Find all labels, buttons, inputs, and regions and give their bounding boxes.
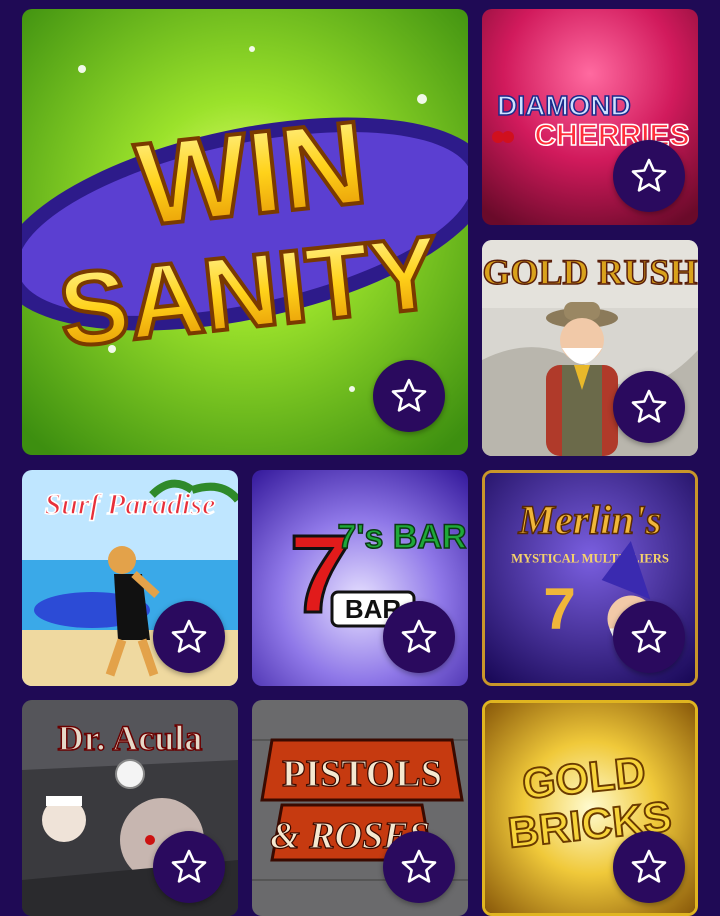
star-outline-icon — [171, 619, 207, 653]
star-outline-icon — [171, 849, 207, 883]
game-title: 7's BAR — [337, 518, 466, 556]
game-tile-gold-bricks[interactable]: GOLD BRICKS — [482, 700, 698, 916]
game-tile-win-sanity[interactable]: WIN SANITY — [22, 9, 468, 455]
game-tile-diamond-cherries[interactable]: DIAMOND CHERRIES — [482, 9, 698, 225]
favorite-button[interactable] — [613, 140, 685, 212]
game-title-line1: Merlin's — [518, 497, 662, 542]
game-title-line2: MYSTICAL MULTIPLIERS — [511, 551, 669, 565]
star-outline-icon — [631, 849, 667, 883]
game-title-line1: PISTOLS — [282, 753, 442, 795]
game-tile-sevens-bar[interactable]: 7 7's BAR BAR — [252, 470, 468, 686]
star-outline-icon — [631, 389, 667, 423]
favorite-button[interactable] — [613, 831, 685, 903]
star-outline-icon — [401, 849, 437, 883]
star-outline-icon — [631, 158, 667, 192]
star-outline-icon — [401, 619, 437, 653]
game-title-line1: DIAMOND — [497, 90, 631, 121]
game-title: Surf Paradise — [45, 488, 216, 521]
game-tile-gold-rush[interactable]: GOLD RUSH — [482, 240, 698, 456]
favorite-button[interactable] — [383, 601, 455, 673]
favorite-button[interactable] — [613, 371, 685, 443]
favorite-button[interactable] — [373, 360, 445, 432]
favorite-button[interactable] — [153, 601, 225, 673]
game-title: Dr. Acula — [58, 718, 203, 758]
game-tile-merlins-mystical-multipliers[interactable]: Merlin's MYSTICAL MULTIPLIERS 7 — [482, 470, 698, 686]
game-tile-dr-acula[interactable]: Dr. Acula — [22, 700, 238, 916]
star-outline-icon — [631, 619, 667, 653]
favorite-button[interactable] — [613, 601, 685, 673]
game-tile-surf-paradise[interactable]: Surf Paradise — [22, 470, 238, 686]
star-outline-icon — [391, 378, 427, 412]
game-title: GOLD RUSH — [482, 252, 697, 292]
game-tile-pistols-and-roses[interactable]: PISTOLS & ROSES — [252, 700, 468, 916]
favorite-button[interactable] — [383, 831, 455, 903]
favorite-button[interactable] — [153, 831, 225, 903]
svg-text:7: 7 — [543, 577, 575, 642]
